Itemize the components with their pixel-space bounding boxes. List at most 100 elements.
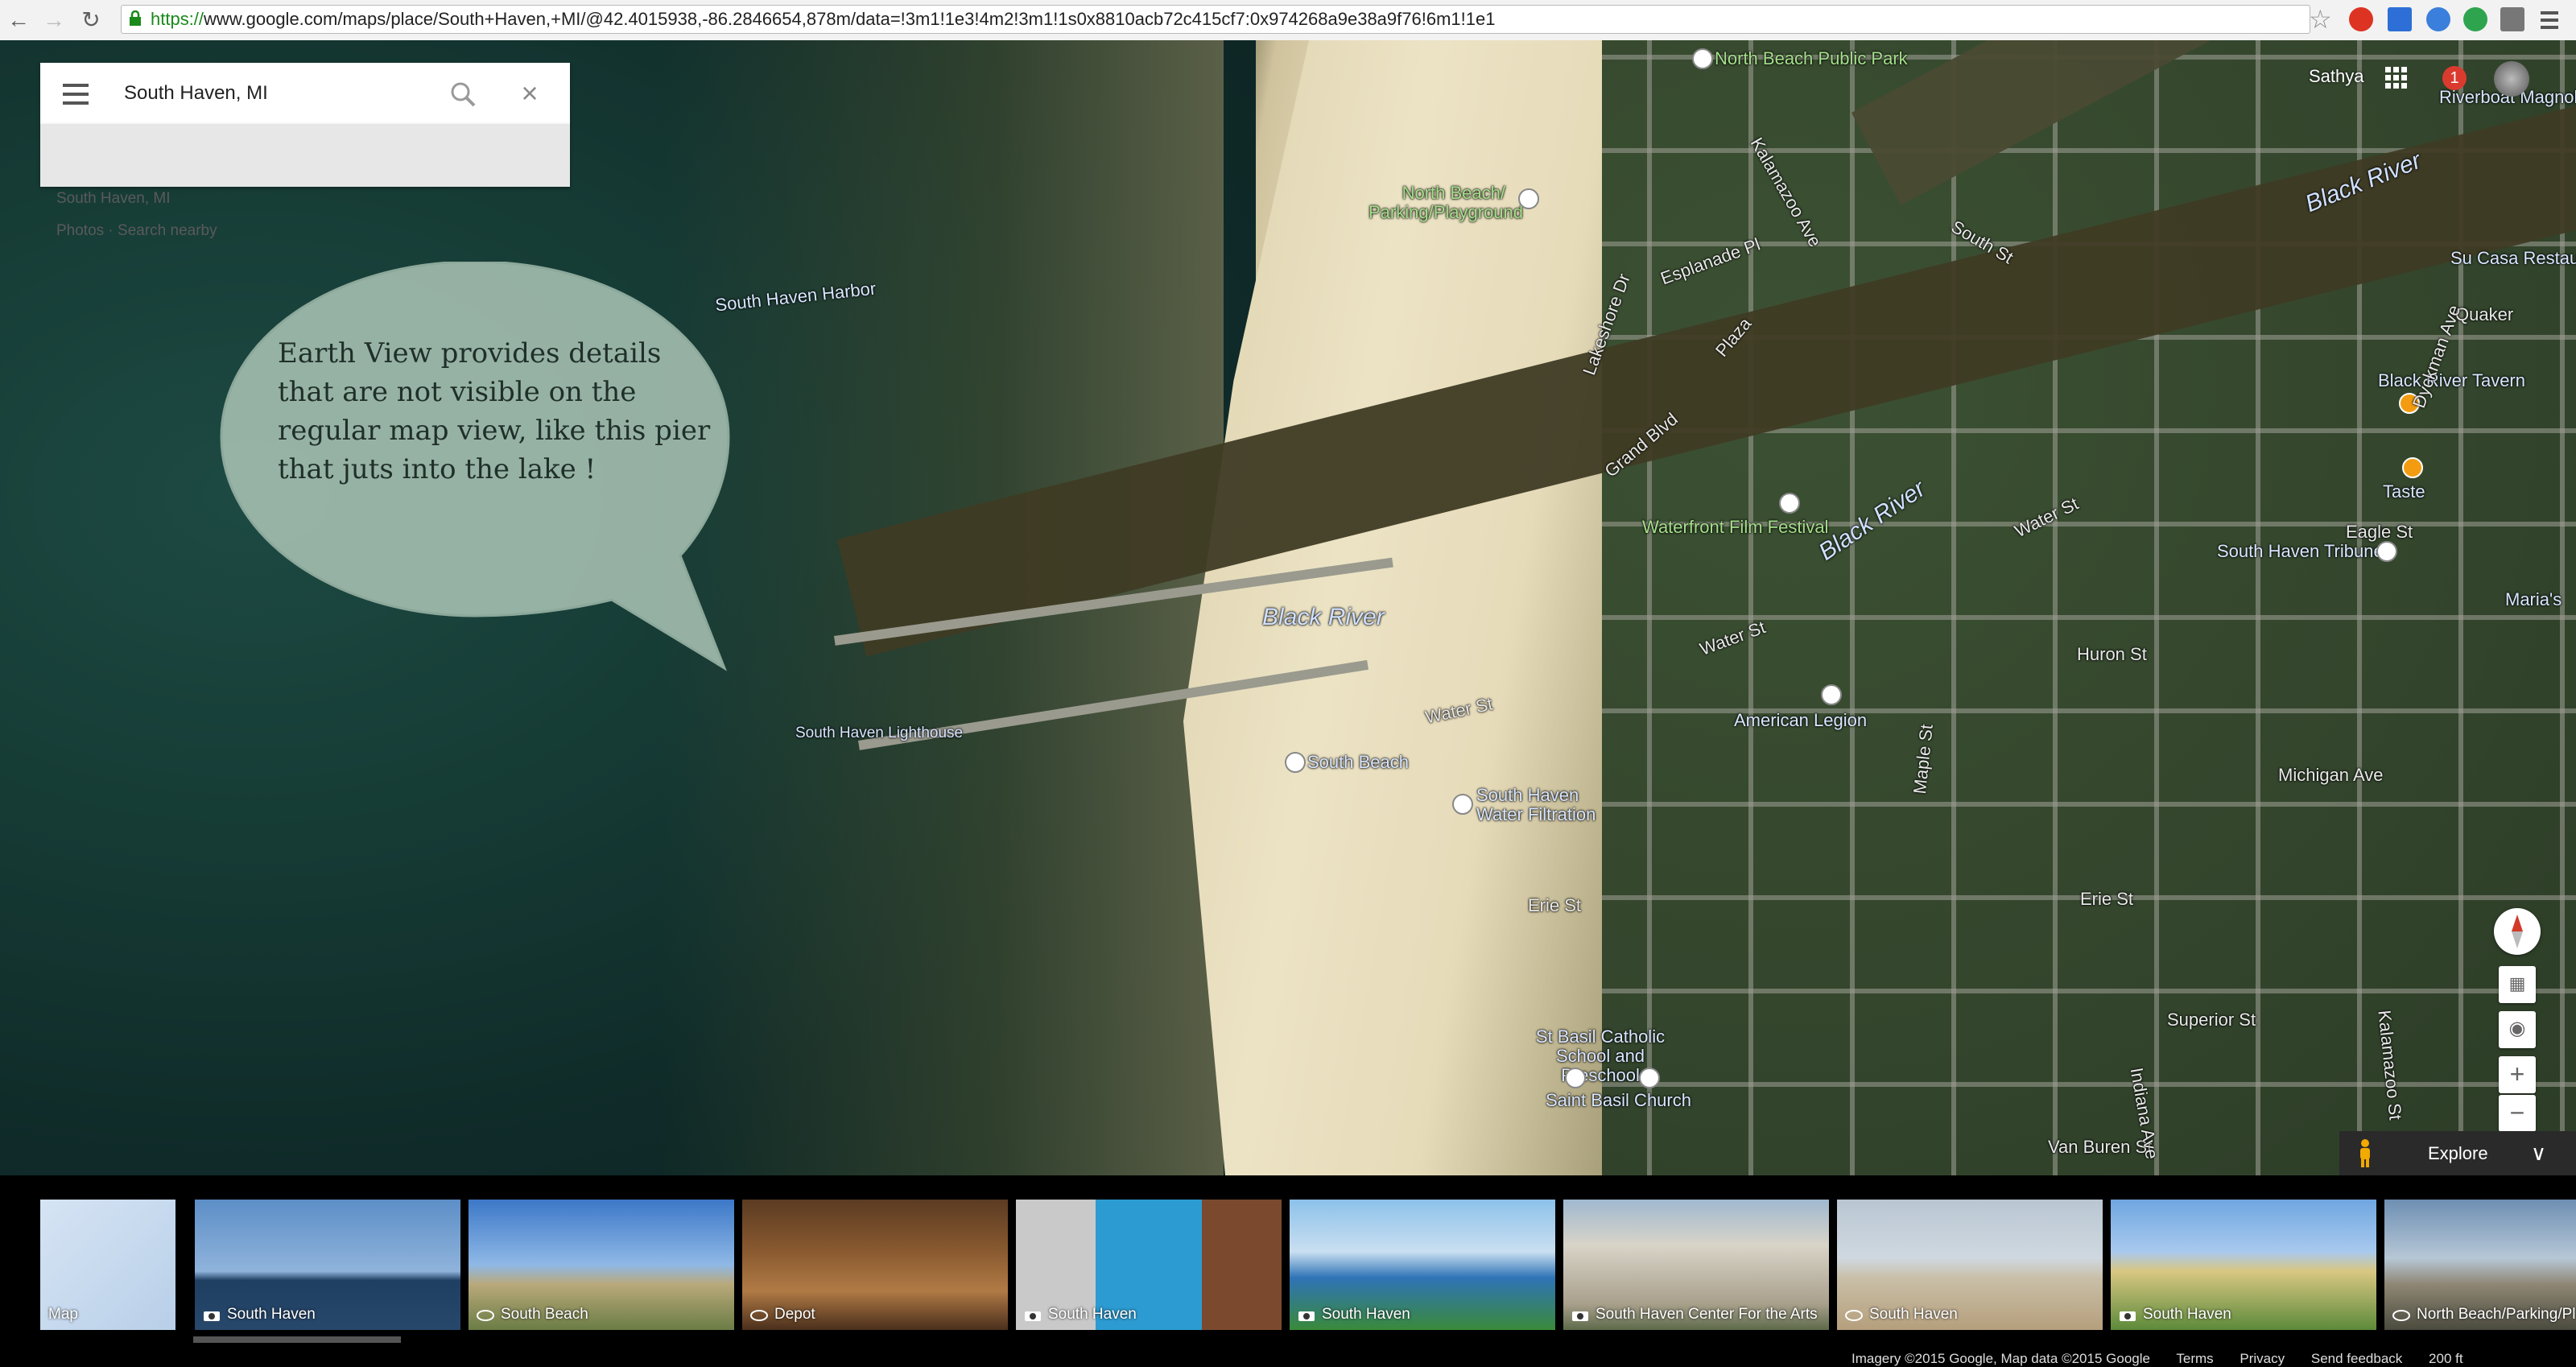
reload-icon[interactable]: ↻	[77, 6, 105, 34]
photo-caption: South Haven	[227, 1306, 316, 1323]
strip-scrollbar[interactable]	[193, 1336, 401, 1343]
map-label[interactable]: Taste	[2383, 481, 2425, 502]
search-box: South Haven, MI ×	[40, 63, 570, 124]
restaurant-pin-icon[interactable]	[2402, 457, 2423, 478]
map-label[interactable]: Black River Tavern	[2378, 370, 2525, 391]
explore-bar[interactable]: Explore ∨	[2339, 1131, 2576, 1175]
map-label[interactable]: South Haven Water Filtration	[1476, 786, 1621, 824]
avatar[interactable]	[2494, 61, 2529, 97]
search-input[interactable]: South Haven, MI	[124, 63, 268, 124]
search-suggestions: South Haven, MI Photos · Search nearby	[40, 124, 570, 239]
photo-caption: South Haven	[2143, 1306, 2231, 1323]
beach-pin-icon[interactable]	[1285, 752, 1306, 773]
photo-thumbnail[interactable]: Depot	[742, 1200, 1008, 1330]
hamburger-menu-icon[interactable]	[63, 84, 89, 105]
back-icon[interactable]: ←	[5, 6, 32, 34]
camera-icon	[1025, 1311, 1041, 1321]
attribution-text: Imagery ©2015 Google, Map data ©2015 Goo…	[1852, 1351, 2150, 1366]
hangouts-icon[interactable]	[2463, 7, 2487, 31]
suggestion-item[interactable]: Photos · Search nearby	[56, 222, 217, 240]
my-location-icon[interactable]: ◉	[2499, 1011, 2536, 1048]
extension-icon[interactable]	[2500, 7, 2524, 31]
photo-strip: Map South Haven South Beach Depot South …	[0, 1175, 2576, 1367]
terms-link[interactable]: Terms	[2176, 1351, 2213, 1366]
suggestion-item[interactable]: South Haven, MI	[56, 190, 171, 208]
building-pin-icon[interactable]	[2376, 541, 2397, 562]
school-pin-icon[interactable]	[1565, 1068, 1586, 1088]
adblock-icon[interactable]	[2349, 7, 2373, 31]
map-footer: Imagery ©2015 Google, Map data ©2015 Goo…	[1852, 1351, 2486, 1367]
photo-thumbnail[interactable]: South Haven	[195, 1200, 460, 1330]
forward-icon[interactable]: →	[40, 6, 68, 34]
map-label[interactable]: Maria's	[2505, 589, 2562, 610]
lock-icon	[130, 10, 141, 26]
search-card: South Haven, MI × South Haven, MI Photos…	[40, 63, 570, 239]
chevron-down-icon[interactable]: ∨	[2531, 1131, 2546, 1175]
photo-caption: Depot	[774, 1306, 815, 1323]
map-label[interactable]: Su Casa Restaurant	[2450, 248, 2576, 269]
extension-icon[interactable]	[2426, 7, 2450, 31]
photo-caption: South Haven	[1322, 1306, 1410, 1323]
apps-grid-icon[interactable]	[2384, 66, 2409, 90]
notification-badge[interactable]: 1	[2442, 66, 2467, 90]
photo-thumbnail[interactable]: South Haven	[2111, 1200, 2376, 1330]
compass-control[interactable]	[2494, 908, 2541, 955]
park-pin-icon[interactable]	[1692, 48, 1713, 69]
map-label[interactable]: South Haven Lighthouse	[795, 725, 963, 742]
park-pin-icon[interactable]	[1518, 188, 1539, 209]
bookmark-star-icon[interactable]: ☆	[2309, 5, 2332, 34]
compass-needle-icon	[2512, 915, 2523, 948]
event-pin-icon[interactable]	[1779, 493, 1800, 514]
cast-extension-icon[interactable]	[2388, 7, 2412, 31]
map-label[interactable]: American Legion	[1734, 710, 1867, 731]
photo-caption: South Haven	[1869, 1306, 1958, 1323]
road-label: Quaker	[2455, 304, 2514, 324]
scale-label[interactable]: 200 ft	[2429, 1351, 2463, 1366]
url-text: https://www.google.com/maps/place/South+…	[151, 6, 1495, 33]
photo-caption: South Haven	[1048, 1306, 1137, 1323]
road-label: Huron St	[2077, 644, 2147, 664]
panorama-360-icon	[2392, 1310, 2410, 1321]
url-path: www.google.com/maps/place/South+Haven,+M…	[204, 9, 1496, 29]
pegman-icon[interactable]	[2357, 1139, 2373, 1168]
road-label: Michigan Ave	[2278, 765, 2384, 785]
explore-label[interactable]: Explore	[2428, 1131, 2488, 1175]
tilt-control-icon[interactable]: ▦	[2499, 966, 2536, 1003]
address-bar[interactable]: https://www.google.com/maps/place/South+…	[121, 5, 2310, 34]
privacy-link[interactable]: Privacy	[2240, 1351, 2285, 1366]
map-label[interactable]: North Beach Public Park	[1715, 48, 1908, 69]
map-label[interactable]: Black River	[1262, 604, 1385, 631]
panorama-360-icon	[477, 1310, 494, 1321]
building-pin-icon[interactable]	[1821, 684, 1842, 705]
zoom-in-button[interactable]: +	[2499, 1056, 2536, 1093]
url-protocol: https://	[151, 9, 204, 29]
browser-menu-icon[interactable]	[2537, 6, 2562, 34]
photo-thumbnail[interactable]: South Haven	[1290, 1200, 1555, 1330]
photo-thumbnail[interactable]: South Haven	[1837, 1200, 2103, 1330]
photo-thumbnail[interactable]: South Haven	[1016, 1200, 1282, 1330]
zoom-out-button[interactable]: −	[2499, 1095, 2536, 1132]
church-pin-icon[interactable]	[1639, 1068, 1660, 1088]
building-pin-icon[interactable]	[1452, 794, 1473, 815]
camera-icon	[1298, 1311, 1315, 1321]
account-name[interactable]: Sathya	[2309, 66, 2364, 87]
map-label[interactable]: Waterfront Film Festival	[1642, 517, 1828, 538]
panorama-360-icon	[750, 1310, 768, 1321]
map-canvas[interactable]: South Haven Harbor North Beach Public Pa…	[0, 40, 2576, 1175]
map-label[interactable]: Saint Basil Church	[1546, 1090, 1691, 1111]
photo-thumbnail[interactable]: South Beach	[469, 1200, 734, 1330]
photo-thumbnail[interactable]: South Haven Center For the Arts	[1563, 1200, 1829, 1330]
map-label[interactable]: North Beach/ Parking/Playground	[1368, 184, 1523, 222]
road-label: Van Buren St	[2048, 1137, 2153, 1157]
feedback-link[interactable]: Send feedback	[2311, 1351, 2402, 1366]
map-thumbnail[interactable]: Map	[40, 1200, 175, 1330]
browser-toolbar: ← → ↻ https://www.google.com/maps/place/…	[0, 0, 2576, 41]
close-icon[interactable]: ×	[514, 77, 546, 109]
map-label[interactable]: South Beach	[1307, 752, 1409, 773]
road-label: Erie St	[1528, 895, 1582, 915]
photo-thumbnail[interactable]: North Beach/Parking/Pl	[2384, 1200, 2576, 1330]
search-icon[interactable]	[449, 81, 477, 108]
panorama-360-icon	[1845, 1310, 1863, 1321]
map-label[interactable]: South Haven Tribune	[2217, 541, 2384, 562]
photo-caption: North Beach/Parking/Pl	[2417, 1306, 2576, 1323]
